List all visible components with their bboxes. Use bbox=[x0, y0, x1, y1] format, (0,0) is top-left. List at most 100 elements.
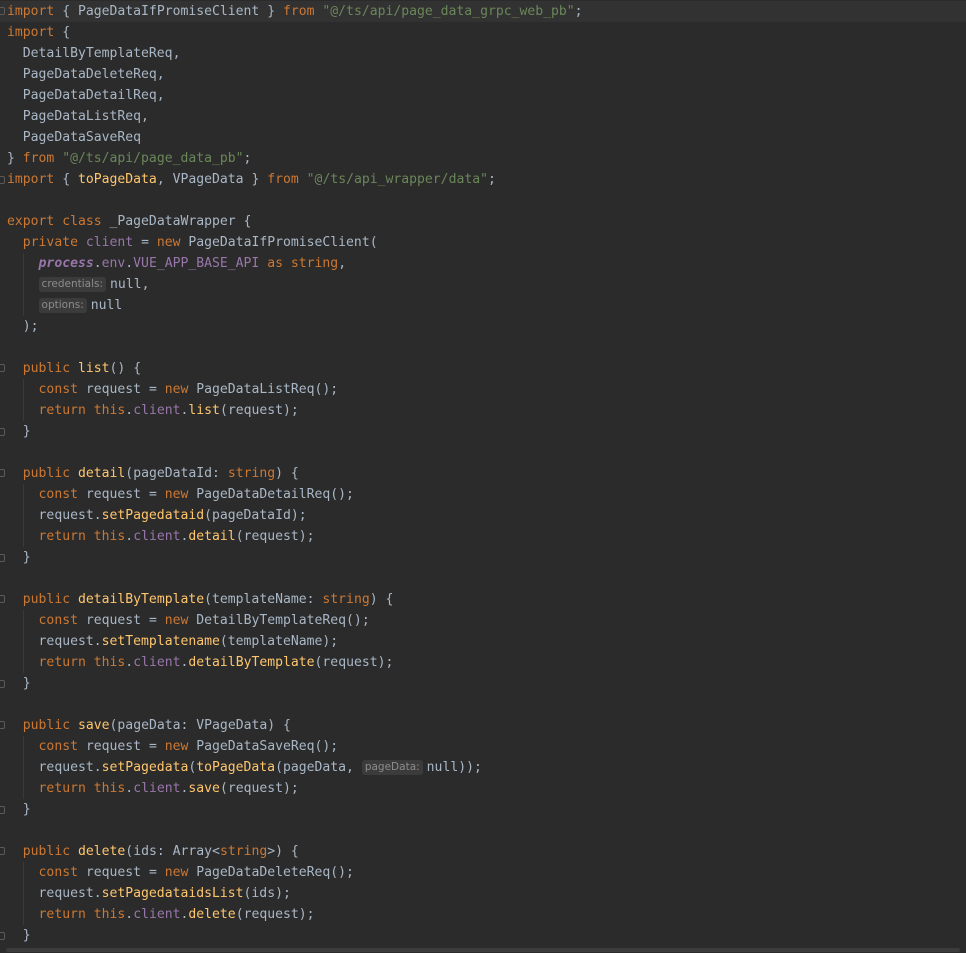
code-line[interactable]: return this.client.detail(request); bbox=[0, 526, 966, 547]
code-line[interactable]: DetailByTemplateReq, bbox=[0, 43, 966, 64]
code-line[interactable]: PageDataDeleteReq, bbox=[0, 64, 966, 85]
code-text: PageDataDeleteReq, bbox=[22, 67, 165, 82]
fold-marker-icon[interactable] bbox=[0, 806, 5, 814]
code-text: } bbox=[22, 802, 31, 817]
code-line[interactable] bbox=[0, 694, 966, 715]
fold-marker-icon[interactable] bbox=[0, 7, 5, 15]
code-line[interactable]: private client = new PageDataIfPromiseCl… bbox=[0, 232, 966, 253]
code-line[interactable]: const request = new PageDataSaveReq(); bbox=[0, 736, 966, 757]
code-text: const request = new PageDataDetailReq(); bbox=[38, 487, 354, 502]
fold-marker-icon[interactable] bbox=[0, 680, 5, 688]
code-text: return this.client.detail(request); bbox=[38, 529, 315, 544]
code-text: PageDataDetailReq, bbox=[22, 88, 165, 103]
fold-marker-icon[interactable] bbox=[0, 428, 5, 436]
code-line[interactable]: ); bbox=[0, 316, 966, 337]
code-text: } bbox=[22, 424, 31, 439]
code-text: return this.client.delete(request); bbox=[38, 907, 315, 922]
code-text: const request = new PageDataListReq(); bbox=[38, 382, 339, 397]
code-text: PageDataListReq, bbox=[22, 109, 149, 124]
code-text: credentials: null, bbox=[7, 274, 149, 295]
code-text: process.env.VUE_APP_BASE_API as string, bbox=[38, 256, 347, 271]
code-text: public detailByTemplate(templateName: st… bbox=[22, 592, 394, 607]
fold-marker-icon[interactable] bbox=[0, 554, 5, 562]
code-line[interactable]: credentials: null, bbox=[0, 274, 966, 295]
code-line[interactable]: } bbox=[0, 421, 966, 442]
code-line[interactable]: } from "@/ts/api/page_data_pb"; bbox=[0, 148, 966, 169]
code-text: PageDataSaveReq bbox=[22, 130, 142, 145]
inlay-parameter-hint: credentials: bbox=[38, 277, 107, 292]
fold-marker-icon[interactable] bbox=[0, 721, 5, 729]
fold-marker-icon[interactable] bbox=[0, 932, 5, 940]
code-text: ); bbox=[22, 319, 39, 334]
code-line[interactable]: const request = new DetailByTemplateReq(… bbox=[0, 610, 966, 631]
inlay-parameter-hint: pageData: bbox=[361, 760, 423, 775]
code-line[interactable]: request.setTemplatename(templateName); bbox=[0, 631, 966, 652]
code-editor[interactable]: import { PageDataIfPromiseClient } from … bbox=[0, 0, 966, 953]
code-line[interactable]: return this.client.detailByTemplate(requ… bbox=[0, 652, 966, 673]
code-line[interactable]: } bbox=[0, 547, 966, 568]
fold-marker-icon[interactable] bbox=[0, 469, 5, 477]
code-text: const request = new PageDataSaveReq(); bbox=[38, 739, 339, 754]
code-line[interactable]: PageDataListReq, bbox=[0, 106, 966, 127]
code-text: export class _PageDataWrapper { bbox=[7, 214, 252, 229]
code-text: } bbox=[22, 676, 31, 691]
code-text: private client = new PageDataIfPromiseCl… bbox=[22, 235, 378, 250]
code-line[interactable]: public detail(pageDataId: string) { bbox=[0, 463, 966, 484]
code-line[interactable]: import { PageDataIfPromiseClient } from … bbox=[0, 1, 966, 22]
code-line[interactable]: public delete(ids: Array<string>) { bbox=[0, 841, 966, 862]
horizontal-scrollbar[interactable] bbox=[0, 947, 966, 953]
code-text: import { PageDataIfPromiseClient } from … bbox=[7, 4, 583, 19]
code-text: request.setTemplatename(templateName); bbox=[38, 634, 339, 649]
code-text: options: null bbox=[7, 295, 122, 316]
code-text: } from "@/ts/api/page_data_pb"; bbox=[7, 151, 252, 166]
code-text: import { bbox=[7, 25, 71, 40]
code-text: return this.client.list(request); bbox=[38, 403, 299, 418]
code-line[interactable]: const request = new PageDataDetailReq(); bbox=[0, 484, 966, 505]
code-line[interactable]: import { bbox=[0, 22, 966, 43]
code-line[interactable]: public save(pageData: VPageData) { bbox=[0, 715, 966, 736]
code-line[interactable] bbox=[0, 820, 966, 841]
code-line[interactable]: return this.client.list(request); bbox=[0, 400, 966, 421]
fold-marker-icon[interactable] bbox=[0, 847, 5, 855]
code-text: request.setPagedataid(pageDataId); bbox=[38, 508, 307, 523]
code-text: request.setPagedataidsList(ids); bbox=[38, 886, 291, 901]
code-line[interactable]: public list() { bbox=[0, 358, 966, 379]
code-text: DetailByTemplateReq, bbox=[22, 46, 181, 61]
code-line[interactable]: } bbox=[0, 673, 966, 694]
code-text: } bbox=[22, 550, 31, 565]
code-text: public delete(ids: Array<string>) { bbox=[22, 844, 299, 859]
code-text: public save(pageData: VPageData) { bbox=[22, 718, 291, 733]
code-line[interactable] bbox=[0, 568, 966, 589]
code-line[interactable]: process.env.VUE_APP_BASE_API as string, bbox=[0, 253, 966, 274]
fold-marker-icon[interactable] bbox=[0, 595, 5, 603]
code-text: return this.client.detailByTemplate(requ… bbox=[38, 655, 394, 670]
code-text: return this.client.save(request); bbox=[38, 781, 299, 796]
code-text: const request = new DetailByTemplateReq(… bbox=[38, 613, 370, 628]
code-line[interactable]: PageDataDetailReq, bbox=[0, 85, 966, 106]
code-line[interactable]: } bbox=[0, 799, 966, 820]
fold-marker-icon[interactable] bbox=[0, 176, 5, 184]
code-line[interactable]: PageDataSaveReq bbox=[0, 127, 966, 148]
code-line[interactable]: import { toPageData, VPageData } from "@… bbox=[0, 169, 966, 190]
code-line[interactable]: } bbox=[0, 925, 966, 946]
inlay-parameter-hint: options: bbox=[38, 298, 87, 313]
code-text: const request = new PageDataDeleteReq(); bbox=[38, 865, 354, 880]
code-line[interactable]: options: null bbox=[0, 295, 966, 316]
code-line[interactable] bbox=[0, 190, 966, 211]
code-line[interactable]: export class _PageDataWrapper { bbox=[0, 211, 966, 232]
code-line[interactable]: const request = new PageDataDeleteReq(); bbox=[0, 862, 966, 883]
code-line[interactable]: return this.client.delete(request); bbox=[0, 904, 966, 925]
code-line[interactable]: request.setPagedataid(pageDataId); bbox=[0, 505, 966, 526]
fold-marker-icon[interactable] bbox=[0, 364, 5, 372]
horizontal-scrollbar-thumb[interactable] bbox=[6, 948, 960, 952]
code-line[interactable]: request.setPagedataidsList(ids); bbox=[0, 883, 966, 904]
code-line[interactable]: request.setPagedata(toPageData(pageData,… bbox=[0, 757, 966, 778]
code-line[interactable]: public detailByTemplate(templateName: st… bbox=[0, 589, 966, 610]
code-line[interactable]: return this.client.save(request); bbox=[0, 778, 966, 799]
code-line[interactable] bbox=[0, 337, 966, 358]
code-text: public detail(pageDataId: string) { bbox=[22, 466, 299, 481]
code-text: } bbox=[22, 928, 31, 943]
code-line[interactable] bbox=[0, 442, 966, 463]
code-line[interactable]: const request = new PageDataListReq(); bbox=[0, 379, 966, 400]
code-text: import { toPageData, VPageData } from "@… bbox=[7, 172, 496, 187]
